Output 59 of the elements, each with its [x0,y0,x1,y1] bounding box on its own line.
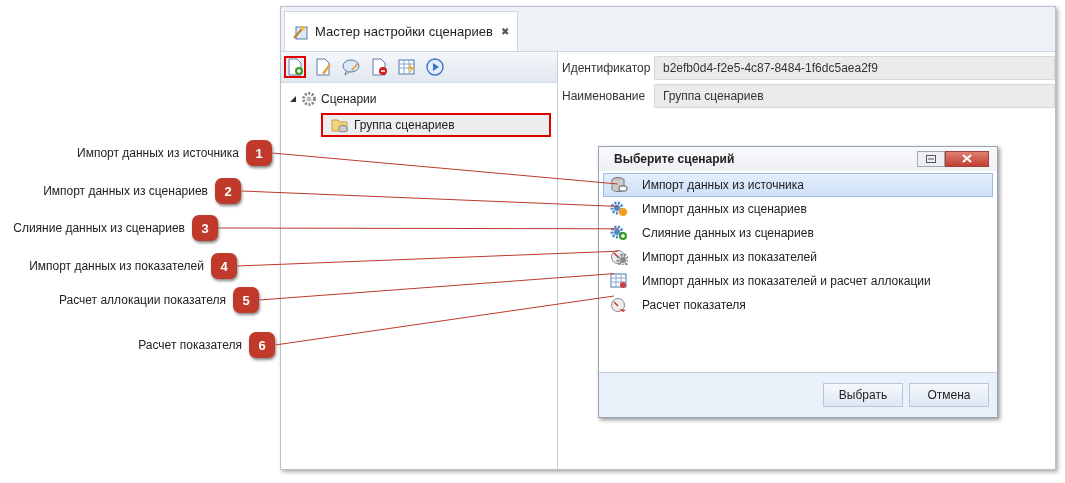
callout-label: Расчет показателя [138,338,242,352]
number-badge: 2 [215,178,241,204]
gears-icon [610,201,628,217]
play-icon [426,58,444,76]
gauge-gear-icon [610,249,628,265]
item-label: Расчет показателя [642,298,746,312]
edit-document-icon [314,58,332,76]
toolbar-button[interactable] [340,56,362,78]
callout-label: Импорт данных из сценариев [43,184,208,198]
text-field[interactable]: b2efb0d4-f2e5-4c87-8484-1f6dc5aea2f9 [654,56,1055,80]
item-label: Импорт данных из показателей [642,250,817,264]
callout-label: Импорт данных из показателей [29,259,204,273]
restore-icon [926,155,936,163]
scenario-item[interactable]: Импорт данных из сценариев [603,197,993,221]
folder-database-icon [331,117,349,133]
restore-button[interactable] [917,151,945,167]
callout-label: Импорт данных из источника [77,146,239,160]
close-button[interactable] [945,151,989,167]
new-document-icon [286,58,304,76]
speech-bubble-icon [342,58,360,76]
item-label: Слияние данных из сценариев [642,226,814,240]
close-icon[interactable]: ✖ [501,26,509,37]
text-field[interactable]: Группа сценариев [654,84,1055,108]
delete-document-icon [370,58,388,76]
number-badge: 1 [246,140,272,166]
wizard-tab[interactable]: Мастер настройки сценариев ✖ [284,11,518,51]
tab-title: Мастер настройки сценариев [315,24,493,39]
tree-item[interactable]: Сценарии [321,92,377,106]
number-badge: 3 [192,215,218,241]
gear-icon [301,91,317,107]
field-label: Наименование [562,89,647,103]
table-icon [610,273,628,289]
callout-label: Расчет аллокации показателя [58,293,226,307]
callout-label: Слияние данных из сценариев [13,221,185,235]
dialog-title: Выберите сценарий [614,152,736,166]
field-label: Идентификатор [562,61,648,75]
gear-plus-icon [610,225,628,241]
wand-document-icon [293,23,309,40]
tree-item[interactable]: Группа сценариев [321,113,551,137]
number-badge: 5 [233,287,259,313]
database-link-icon [610,177,628,193]
item-label: Импорт данных из источника [642,178,804,192]
gauge-icon [610,297,628,313]
scenario-item[interactable]: Импорт данных из показателей и расчет аллокации [603,269,993,293]
scenario-item[interactable]: Слияние данных из сценариев [603,221,993,245]
table-lightning-icon [398,58,416,76]
scenario-item[interactable]: Расчет показателя [603,293,993,317]
toolbar-button[interactable] [424,56,446,78]
dialog-button[interactable]: Отмена [909,383,989,407]
toolbar-button[interactable] [284,56,306,78]
item-label: Импорт данных из показателей и расчет аллокации [642,274,931,288]
expand-arrow-icon[interactable] [289,95,297,103]
scenario-item[interactable]: Импорт данных из показателей [603,245,993,269]
dialog-button[interactable]: Выбрать [823,383,903,407]
number-badge: 4 [211,253,237,279]
scenario-item[interactable]: Импорт данных из источника [603,173,993,197]
number-badge: 6 [249,332,275,358]
item-label: Импорт данных из сценариев [642,202,807,216]
close-icon [962,154,972,163]
